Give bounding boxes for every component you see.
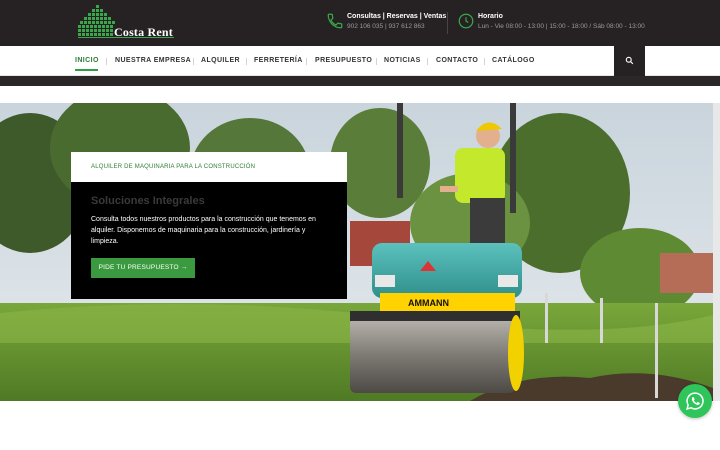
- nav-separator: [427, 58, 428, 65]
- contact-title: Consultas | Reservas | Ventas: [347, 13, 447, 20]
- nav-separator: [306, 58, 307, 65]
- top-bar: Costa Rent Consultas | Reservas | Ventas…: [0, 0, 720, 46]
- nav-separator: [376, 58, 377, 65]
- hero-subtitle-box: ALQUILER DE MAQUINARIA PARA LA CONSTRUCC…: [71, 152, 347, 182]
- header-divider: [447, 12, 448, 34]
- hero-description: Consulta todos nuestros productos para l…: [91, 216, 316, 245]
- request-quote-button[interactable]: PIDE TU PRESUPUESTO →: [91, 258, 195, 278]
- clock-icon: [458, 13, 474, 29]
- nav-separator: [193, 58, 194, 65]
- contact-phones-text[interactable]: 902 106 035 | 937 612 863: [347, 23, 425, 30]
- header-shadow-strip: [0, 76, 720, 86]
- machine-brand-label: AMMANN: [408, 298, 449, 308]
- nav-item-presupuesto[interactable]: PRESUPUESTO: [315, 57, 372, 64]
- main-navigation: INICIO NUESTRA EMPRESA ALQUILER FERRETER…: [0, 46, 720, 76]
- nav-item-catalogo[interactable]: CATÁLOGO: [492, 57, 535, 64]
- search-icon: [625, 56, 634, 65]
- hours-text: Lun - Vie 08:00 - 13:00 | 15:00 - 18:00 …: [478, 23, 645, 30]
- slider-scroll-edge: [713, 103, 720, 401]
- nav-separator: [106, 58, 107, 65]
- search-button[interactable]: [614, 46, 645, 76]
- nav-item-inicio[interactable]: INICIO: [75, 57, 99, 64]
- whatsapp-icon: [686, 392, 704, 410]
- whatsapp-button[interactable]: [678, 384, 712, 418]
- nav-item-alquiler[interactable]: ALQUILER: [201, 57, 240, 64]
- nav-item-ferreteria[interactable]: FERRETERÍA: [254, 57, 303, 64]
- logo-text[interactable]: Costa Rent: [114, 25, 173, 40]
- nav-item-noticias[interactable]: NOTICIAS: [384, 57, 421, 64]
- nav-item-nuestra-empresa[interactable]: NUESTRA EMPRESA: [115, 57, 191, 64]
- nav-item-contacto[interactable]: CONTACTO: [436, 57, 478, 64]
- nav-separator: [246, 58, 247, 65]
- hero-title: Soluciones Integrales: [91, 195, 205, 207]
- hero-caption-box: Soluciones Integrales Consulta todos nue…: [71, 182, 347, 299]
- hero-subtitle: ALQUILER DE MAQUINARIA PARA LA CONSTRUCC…: [91, 164, 256, 170]
- hours-title: Horario: [478, 13, 503, 20]
- nav-separator: [484, 58, 485, 65]
- nav-active-indicator: [75, 69, 98, 71]
- phone-icon: [327, 13, 343, 29]
